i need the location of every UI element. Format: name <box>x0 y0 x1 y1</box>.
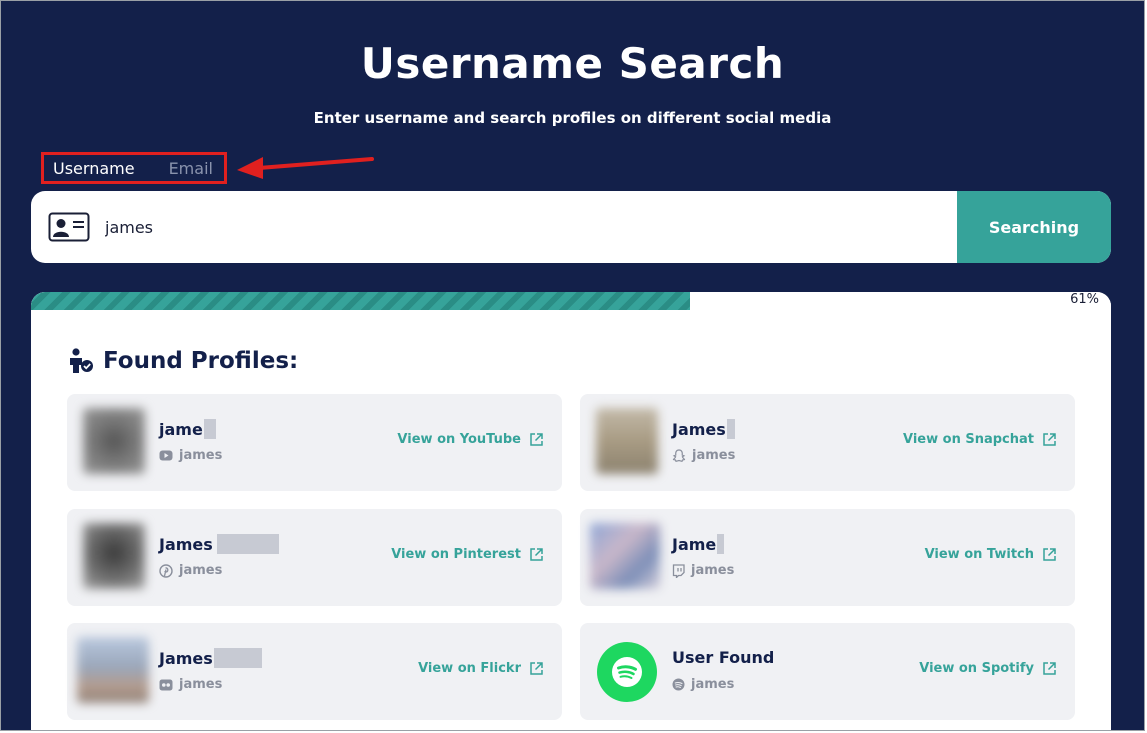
annotation-arrow-icon <box>237 157 374 179</box>
tab-username[interactable]: Username <box>53 159 135 178</box>
page-title: Username Search <box>360 39 785 88</box>
spotify-waves-icon <box>612 657 642 687</box>
redaction-block <box>213 648 262 668</box>
view-link-label: View on YouTube <box>397 432 521 447</box>
spotify-icon <box>672 678 685 691</box>
external-link-icon <box>530 662 543 675</box>
redaction-block <box>203 419 216 439</box>
avatar <box>77 637 149 703</box>
profile-name: James <box>159 534 213 554</box>
redaction-block <box>216 534 279 554</box>
profile-handle: james <box>179 677 223 692</box>
view-link-label: View on Pinterest <box>391 547 521 562</box>
avatar <box>596 408 658 474</box>
progress-bar <box>31 292 1111 310</box>
profile-handle: james <box>692 448 736 463</box>
profile-handle: james <box>691 677 735 692</box>
id-card-icon <box>48 212 90 242</box>
profile-card-pinterest: James james View on Pinterest <box>67 509 562 606</box>
pinterest-icon <box>159 563 173 578</box>
view-on-pinterest-link[interactable]: View on Pinterest <box>391 547 544 562</box>
found-profiles-title: Found Profiles: <box>103 348 299 374</box>
view-link-label: View on Spotify <box>919 661 1034 676</box>
external-link-icon <box>1043 433 1056 446</box>
view-on-snapchat-link[interactable]: View on Snapchat <box>903 432 1057 447</box>
profile-handle: james <box>179 563 223 578</box>
view-on-flickr-link[interactable]: View on Flickr <box>418 661 544 676</box>
snapchat-icon <box>672 449 686 462</box>
view-link-label: View on Snapchat <box>903 432 1034 447</box>
profile-name: User Found <box>672 648 775 667</box>
profile-name: jame <box>159 419 203 439</box>
external-link-icon <box>1043 662 1056 675</box>
flickr-icon <box>159 679 173 690</box>
search-bar: Searching <box>31 191 1111 263</box>
tab-email[interactable]: Email <box>169 159 213 178</box>
profile-card-youtube: jame james View on YouTube <box>67 394 562 491</box>
profile-card-spotify: User Found james View on Spotify <box>580 623 1075 720</box>
profile-name: James <box>159 648 213 668</box>
profile-card-snapchat: James james View on Snapchat <box>580 394 1075 491</box>
twitch-icon <box>672 563 685 578</box>
profile-handle: james <box>691 563 735 578</box>
spotify-logo-icon <box>597 642 657 702</box>
external-link-icon <box>1043 548 1056 561</box>
search-button[interactable]: Searching <box>957 191 1111 263</box>
search-input[interactable] <box>101 209 941 245</box>
view-on-twitch-link[interactable]: View on Twitch <box>925 547 1057 562</box>
view-on-spotify-link[interactable]: View on Spotify <box>919 661 1057 676</box>
avatar <box>590 523 660 589</box>
profile-card-flickr: James james View on Flickr <box>67 623 562 720</box>
external-link-icon <box>530 433 543 446</box>
avatar <box>83 523 145 589</box>
progress-percent: 61% <box>1070 292 1099 307</box>
profile-name: James <box>672 419 726 439</box>
redaction-block <box>717 534 725 554</box>
redaction-block <box>726 419 735 439</box>
profile-card-twitch: Jame james View on Twitch <box>580 509 1075 606</box>
youtube-icon <box>159 450 173 461</box>
avatar <box>83 408 145 474</box>
page-subtitle: Enter username and search profiles on di… <box>313 109 832 127</box>
external-link-icon <box>530 548 543 561</box>
progress-fill <box>31 292 690 310</box>
page-frame: Username Search Enter username and searc… <box>0 0 1145 731</box>
found-profiles-header: Found Profiles: <box>67 348 298 374</box>
view-link-label: View on Twitch <box>924 547 1034 562</box>
results-panel: 61% Found Profiles: jame james View on Y… <box>31 292 1111 730</box>
view-link-label: View on Flickr <box>418 661 521 676</box>
search-mode-tabs: Username Email <box>41 152 227 184</box>
view-on-youtube-link[interactable]: View on YouTube <box>397 432 544 447</box>
profile-handle: james <box>179 448 223 463</box>
user-check-icon <box>70 348 93 373</box>
profile-name: Jame <box>672 534 717 554</box>
